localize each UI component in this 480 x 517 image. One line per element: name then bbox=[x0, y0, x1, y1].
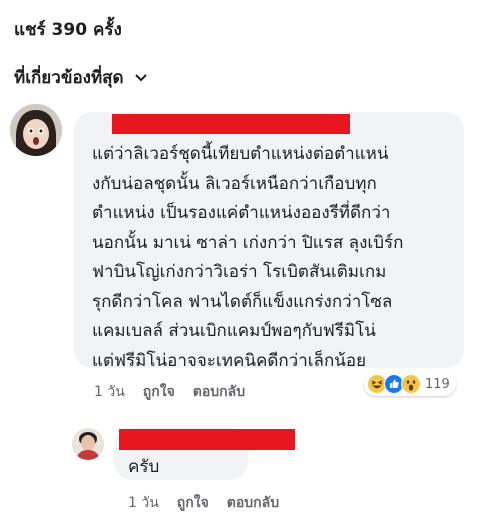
redacted-commenter-name bbox=[112, 114, 350, 134]
share-count[interactable]: แชร์ 390 ครั้ง bbox=[14, 16, 122, 43]
like-button[interactable]: ถูกใจ bbox=[143, 381, 175, 403]
avatar[interactable] bbox=[10, 104, 62, 156]
reply-text: ครับ bbox=[128, 457, 160, 477]
reply-button[interactable]: ตอบกลับ bbox=[227, 492, 279, 514]
comment-line: ฟาบินโญ่เก่งกว่าวิเอร่า โรเบิตสันเติมเกม bbox=[92, 262, 387, 282]
chevron-down-icon bbox=[134, 73, 147, 81]
reply-time[interactable]: 1 วัน bbox=[128, 492, 159, 514]
comment-text: แต่ว่าลิเวอร์ชุดนี้เทียบตำแหน่งต่อตำแหน่… bbox=[92, 140, 464, 376]
like-button[interactable]: ถูกใจ bbox=[177, 492, 209, 514]
comment-line: รุกดีกว่าโคล ฟานไดต์ก็แข็งแกร่งกว่าโซล bbox=[92, 291, 393, 312]
comment-line: ตำแหน่ง เป็นรองแค่ตำแหน่งอองรีที่ดีกว่า bbox=[92, 203, 391, 223]
comment-line: แคมเบลล์ ส่วนเบิกแคมป์พอๆกับฟรีมิโน่ bbox=[92, 321, 376, 341]
facebook-comments-view: แชร์ 390 ครั้ง ที่เกี่ยวข้องที่สุด แต่ว่… bbox=[0, 0, 480, 517]
comment-line: แต่ว่าลิเวอร์ชุดนี้เทียบตำแหน่งต่อตำแหน่ bbox=[92, 144, 389, 164]
reply-button[interactable]: ตอบกลับ bbox=[193, 381, 245, 403]
comment-time[interactable]: 1 วัน bbox=[94, 381, 125, 403]
reply-actions: 1 วัน ถูกใจ ตอบกลับ bbox=[128, 492, 279, 514]
reply-avatar[interactable] bbox=[72, 428, 104, 460]
comment-actions: 1 วัน ถูกใจ ตอบกลับ bbox=[94, 381, 245, 403]
comment-sort-dropdown[interactable]: ที่เกี่ยวข้องที่สุด bbox=[14, 64, 148, 91]
reaction-count: 119 bbox=[425, 376, 450, 392]
comment-line: นอกนั้น มาเน่ ซาล่า เก่งกว่า ปิแรส ลุงเบ… bbox=[92, 232, 404, 253]
redacted-replier-name bbox=[119, 429, 295, 450]
sort-label: ที่เกี่ยวข้องที่สุด bbox=[14, 68, 124, 88]
wow-reaction-icon bbox=[401, 374, 421, 394]
reaction-summary[interactable]: 119 bbox=[364, 372, 456, 396]
avatar-image bbox=[72, 428, 104, 460]
avatar-image bbox=[10, 104, 62, 156]
comment-line: งกับน่อลชุดนั้น ลิเวอร์เหนือกว่าเกือบทุก bbox=[92, 173, 377, 194]
